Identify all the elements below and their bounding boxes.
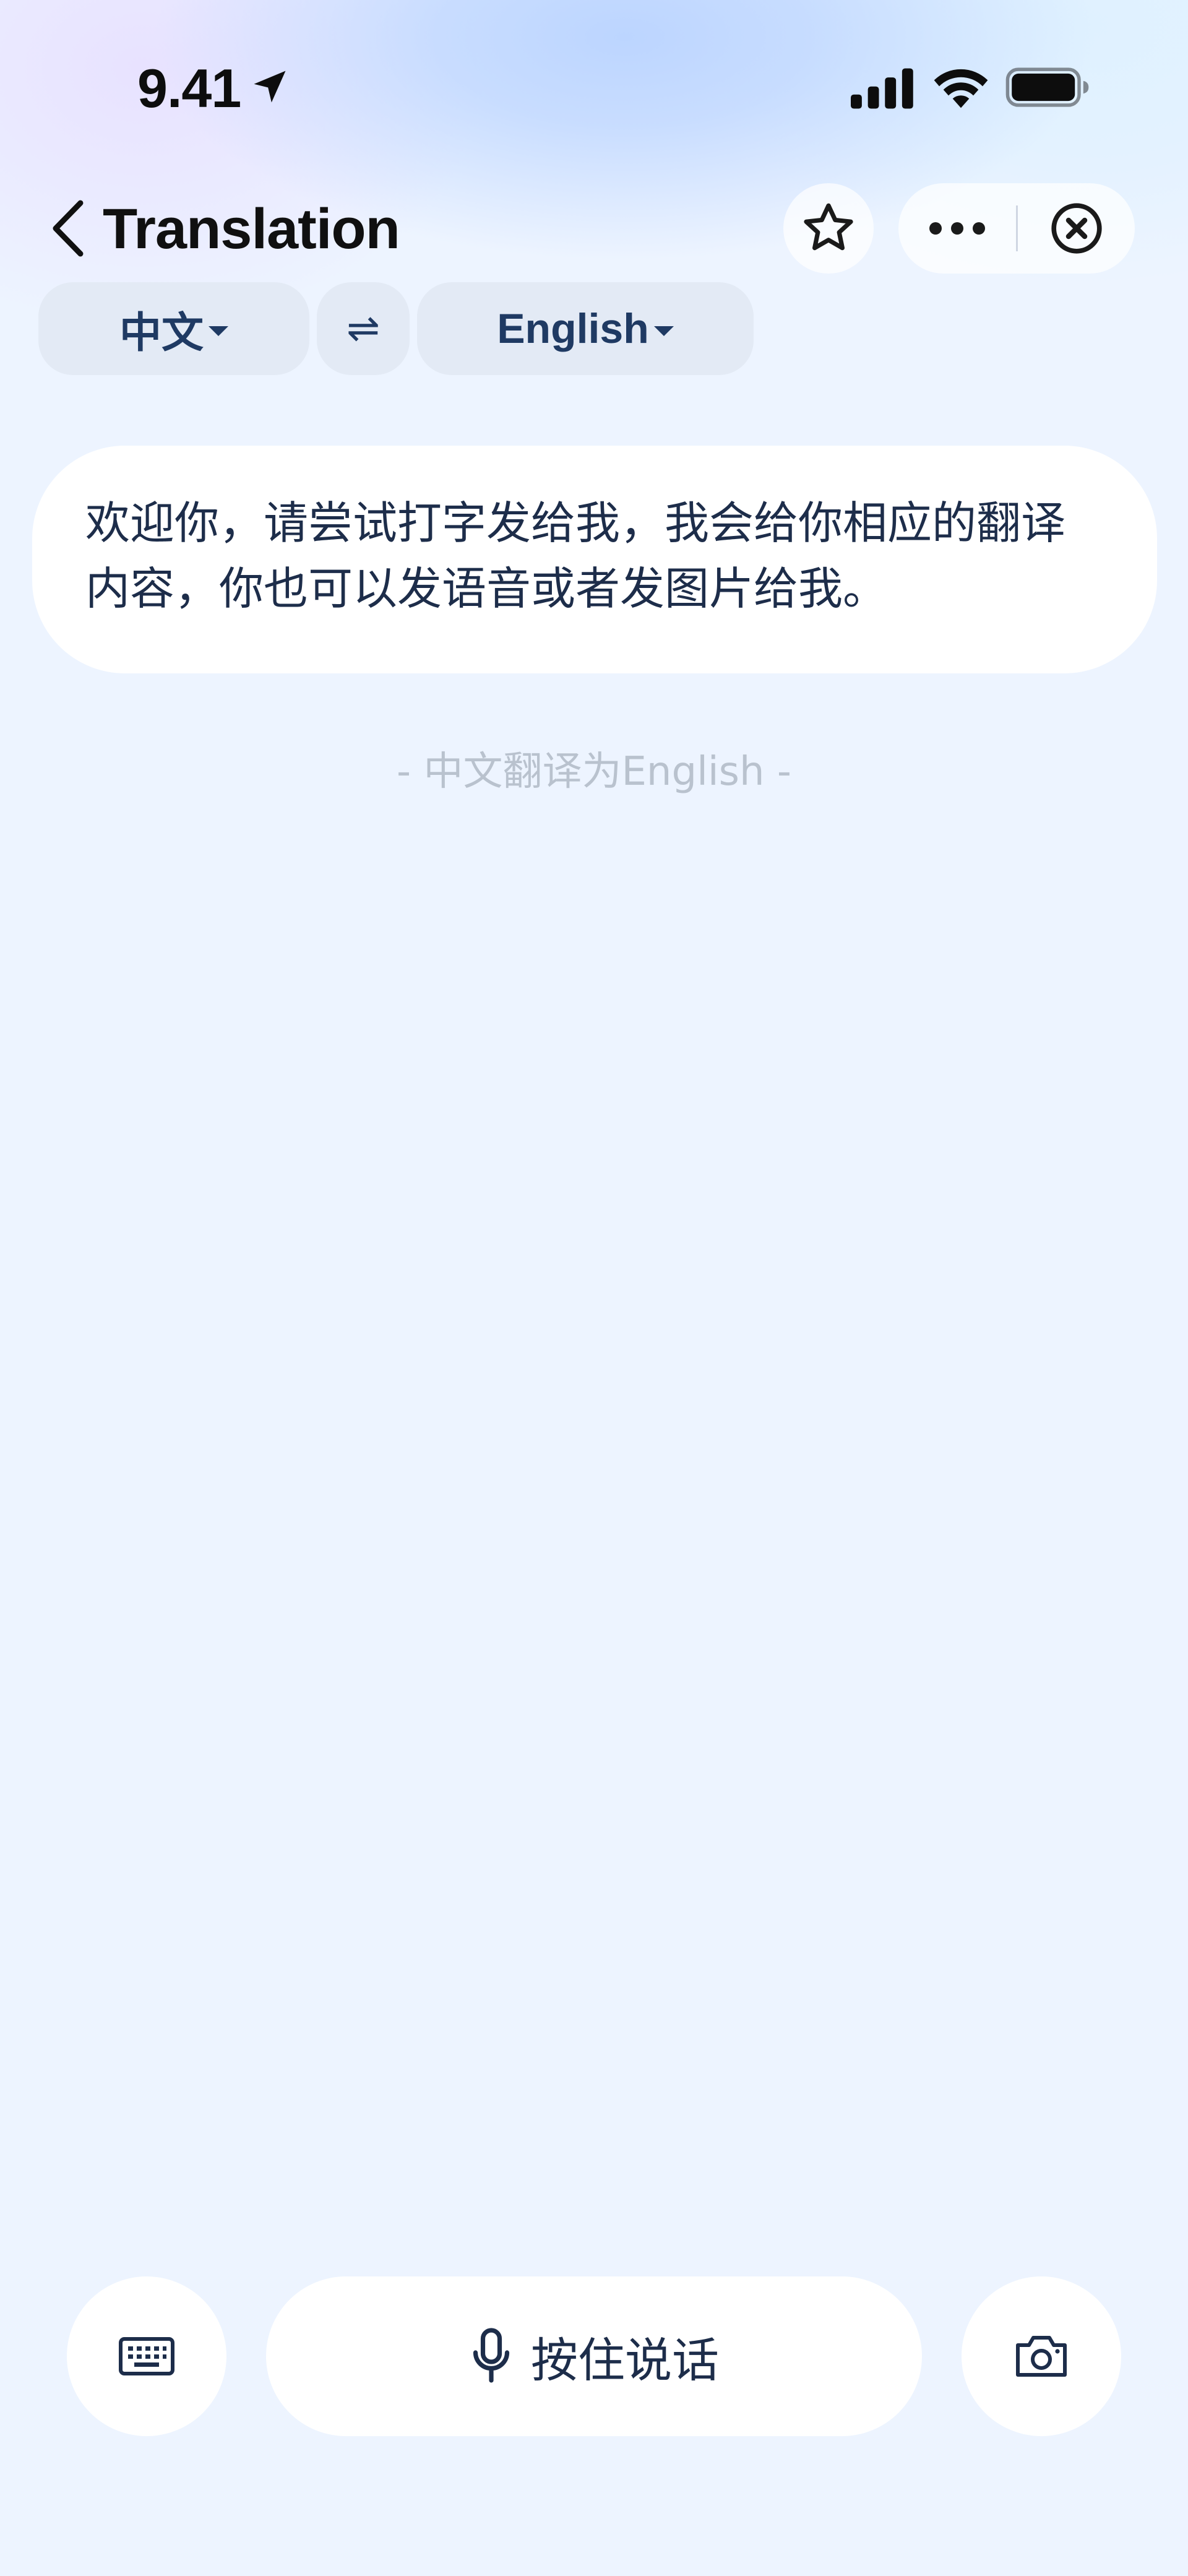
close-circle-icon (1051, 203, 1102, 254)
star-icon (804, 203, 853, 251)
hold-to-talk-button[interactable]: 按住说话 (266, 2276, 922, 2436)
camera-button[interactable] (962, 2276, 1121, 2436)
cellular-signal-icon (851, 68, 913, 109)
welcome-message-text: 欢迎你，请尝试打字发给我，我会给你相应的翻译内容，你也可以发语音或者发图片给我。 (85, 497, 1066, 615)
back-button[interactable] (42, 194, 98, 262)
target-language-dropdown[interactable]: English (417, 282, 754, 375)
more-icon (929, 222, 985, 235)
caret-down-icon (653, 326, 674, 336)
location-arrow-icon (254, 71, 286, 103)
hold-to-talk-label: 按住说话 (531, 2333, 719, 2388)
camera-icon (1016, 2336, 1067, 2377)
battery-icon (1005, 67, 1089, 107)
wifi-icon (934, 69, 988, 108)
caret-down-icon (209, 326, 228, 336)
swap-icon: ⇌ (346, 306, 380, 352)
target-language-label: English (497, 305, 649, 352)
source-language-dropdown[interactable]: 中文 (38, 282, 309, 375)
favorite-button[interactable] (783, 183, 874, 274)
source-language-label: 中文 (119, 309, 204, 357)
page-title: Translation (103, 197, 400, 261)
chevron-left-icon (53, 200, 84, 257)
keyboard-button[interactable] (67, 2276, 226, 2436)
mini-program-capsule (898, 183, 1135, 274)
keyboard-icon (119, 2337, 174, 2375)
microphone-icon (473, 2328, 510, 2383)
more-button[interactable] (898, 183, 1016, 274)
status-time: 9.41 (137, 58, 241, 119)
translation-direction-hint: - 中文翻译为English - (397, 749, 791, 795)
close-button[interactable] (1018, 183, 1135, 274)
swap-languages-button[interactable]: ⇌ (317, 282, 410, 375)
